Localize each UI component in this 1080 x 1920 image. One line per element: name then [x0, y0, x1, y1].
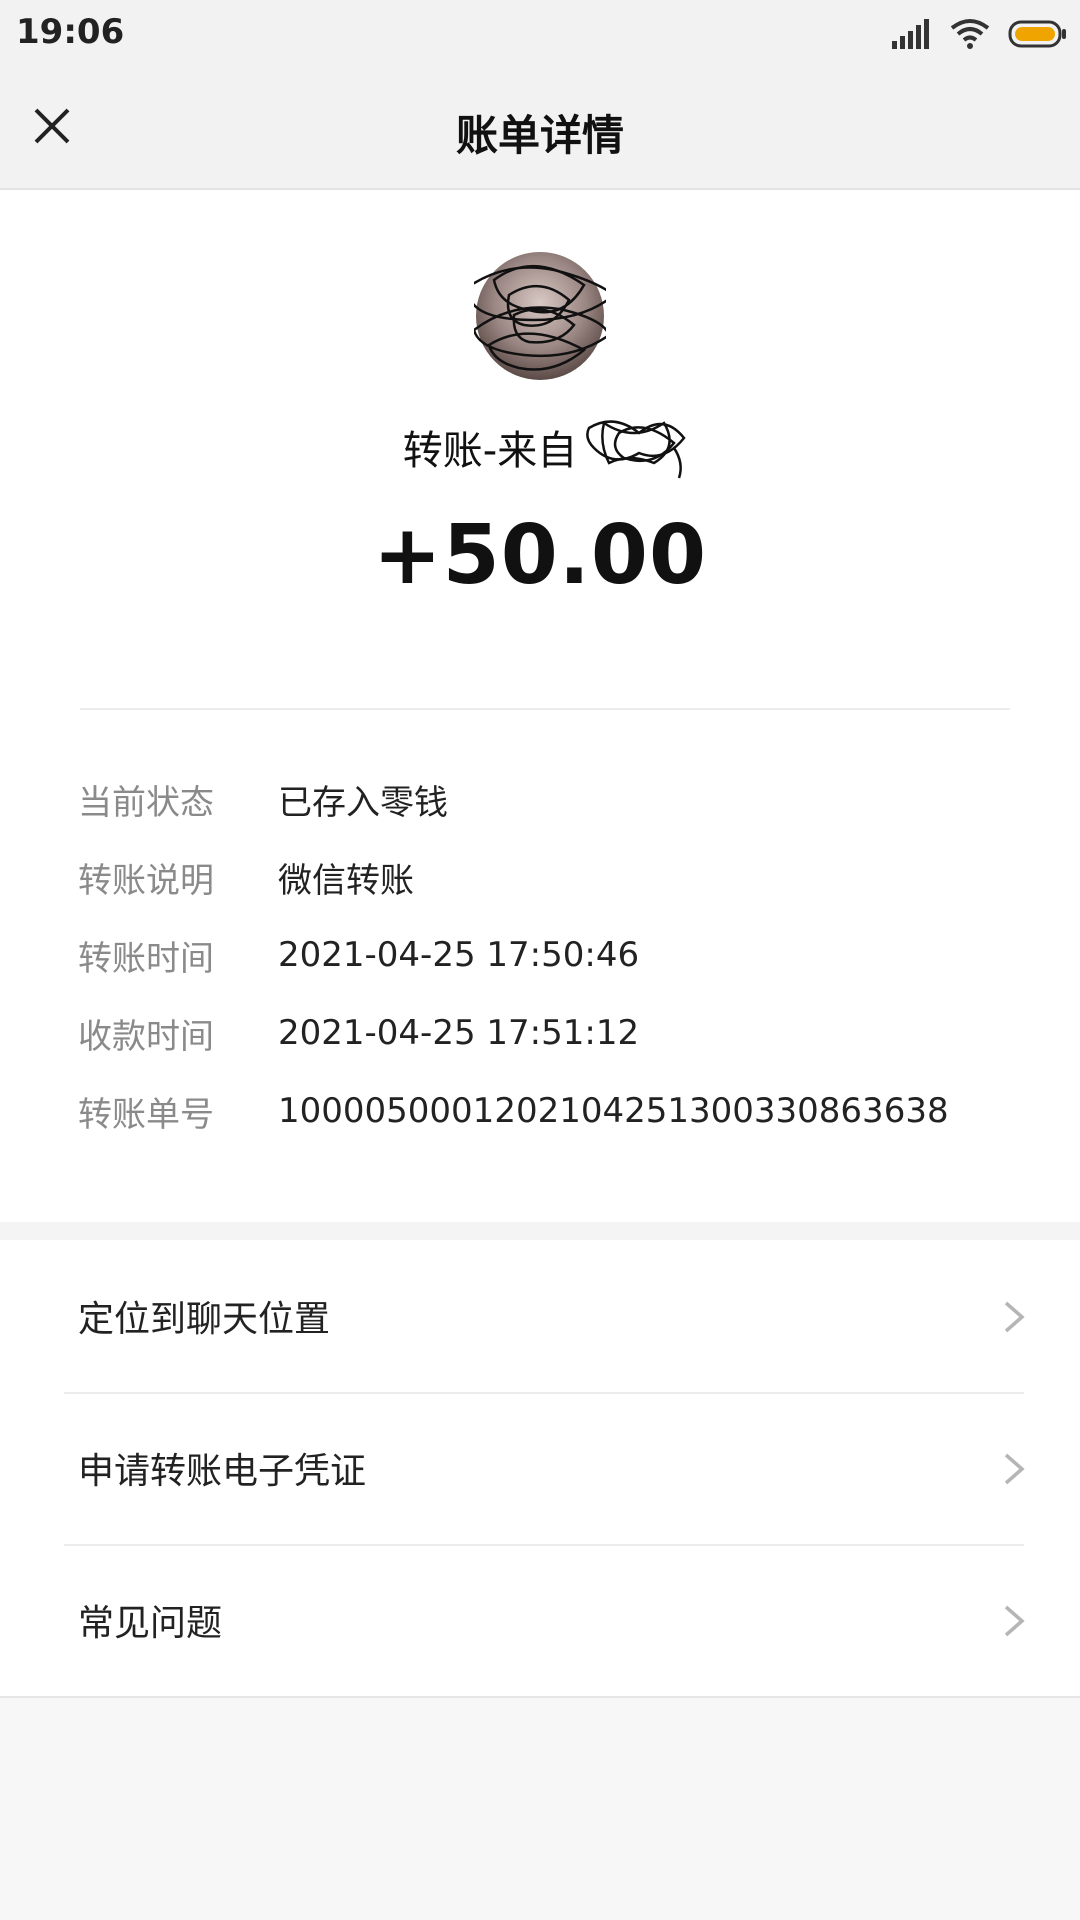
detail-label: 收款时间	[78, 1016, 214, 1057]
detail-value: 微信转账	[278, 860, 414, 901]
status-bar: 19:06	[0, 0, 1080, 66]
battery-icon	[1008, 20, 1066, 48]
signal-icon	[892, 19, 929, 49]
locate-chat-button[interactable]: 定位到聊天位置	[0, 1240, 1080, 1392]
detail-value: 1000050001202104251300330863638	[278, 1091, 949, 1131]
transfer-card: 转账-来自 +50.00 当前状态 已存入零钱 转账说明 微信转账 转账时间 2…	[0, 190, 1080, 1222]
action-label: 定位到聊天位置	[78, 1299, 331, 1340]
request-voucher-button[interactable]: 申请转账电子凭证	[0, 1392, 1080, 1544]
detail-row-transfer-time: 转账时间 2021-04-25 17:50:46	[78, 916, 1018, 994]
divider	[80, 708, 1010, 710]
detail-label: 转账说明	[78, 860, 214, 901]
chevron-right-icon	[1004, 1453, 1025, 1485]
header: 账单详情	[0, 66, 1080, 190]
transfer-amount: +50.00	[372, 508, 708, 603]
chevron-right-icon	[1004, 1301, 1025, 1333]
detail-value: 2021-04-25 17:51:12	[278, 1013, 640, 1053]
detail-row-receive-time: 收款时间 2021-04-25 17:51:12	[78, 994, 1018, 1072]
action-label: 常见问题	[78, 1603, 223, 1644]
detail-label: 转账单号	[78, 1094, 214, 1135]
detail-row-description: 转账说明 微信转账	[78, 838, 1018, 916]
transfer-from-label: 转账-来自	[0, 418, 1080, 476]
detail-label: 转账时间	[78, 938, 214, 979]
detail-label: 当前状态	[78, 782, 214, 823]
status-icons	[892, 14, 1068, 54]
action-label: 申请转账电子凭证	[78, 1451, 367, 1492]
detail-row-status: 当前状态 已存入零钱	[78, 760, 1018, 838]
faq-button[interactable]: 常见问题	[0, 1544, 1080, 1696]
transfer-details: 当前状态 已存入零钱 转账说明 微信转账 转账时间 2021-04-25 17:…	[78, 760, 1018, 1150]
status-time: 19:06	[16, 12, 125, 52]
transfer-from-text: 转账-来自	[402, 428, 578, 474]
wifi-icon	[950, 19, 990, 49]
redaction-scribble	[586, 420, 686, 479]
chevron-right-icon	[1004, 1605, 1025, 1637]
detail-row-order-number: 转账单号 1000050001202104251300330863638	[78, 1072, 1018, 1150]
detail-value: 2021-04-25 17:50:46	[278, 935, 640, 975]
action-list: 定位到聊天位置 申请转账电子凭证 常见问题	[0, 1240, 1080, 1698]
page-title: 账单详情	[455, 111, 624, 160]
detail-value: 已存入零钱	[278, 782, 448, 823]
avatar	[474, 252, 606, 380]
section-spacer	[0, 1222, 1080, 1240]
